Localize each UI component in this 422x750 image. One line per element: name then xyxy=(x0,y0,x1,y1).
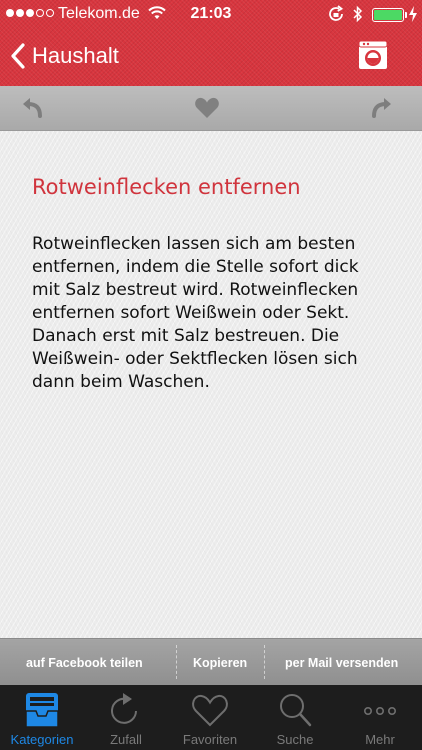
more-dots-icon xyxy=(364,706,396,715)
tab-bar: Kategorien Zufall Favoriten Suche Mehr xyxy=(0,685,422,750)
article-line: entfernen, indem die Stelle sofort dick xyxy=(32,257,359,277)
refresh-play-icon xyxy=(111,693,137,724)
copy-button[interactable]: Kopieren xyxy=(193,656,247,670)
tab-label: Suche xyxy=(276,732,314,747)
tab-label: Zufall xyxy=(110,732,142,747)
share-mail-button[interactable]: per Mail versenden xyxy=(285,656,398,670)
redo-arrow-icon xyxy=(372,98,391,118)
rotation-lock-icon xyxy=(329,5,344,21)
article-content: Rotweinflecken entfernen Rotweinflecken … xyxy=(0,131,422,638)
undo-arrow-icon xyxy=(23,98,42,118)
tab-mehr[interactable]: Mehr xyxy=(338,685,422,750)
tab-suche[interactable]: Suche xyxy=(253,685,337,750)
heart-outline-icon xyxy=(192,694,228,727)
article-body: Rotweinflecken lassen sich am besten ent… xyxy=(32,233,402,394)
bluetooth-icon xyxy=(353,5,363,23)
status-bar: Telekom.de 21:03 xyxy=(0,0,422,28)
inbox-tray-icon xyxy=(25,693,59,728)
share-divider xyxy=(176,645,178,679)
article-line: entfernen sofort Weißwein oder Sekt. xyxy=(32,303,350,323)
share-bar: auf Facebook teilen Kopieren per Mail ve… xyxy=(0,638,422,686)
chevron-left-icon xyxy=(11,43,25,69)
back-label: Haushalt xyxy=(32,43,119,68)
previous-button[interactable] xyxy=(18,94,48,122)
article-line: Weißwein- oder Sektflecken lösen sich xyxy=(32,349,358,369)
share-divider xyxy=(264,645,266,679)
article-line: mit Salz bestreut wird. Rotweinflecken xyxy=(32,280,359,300)
charging-bolt-icon xyxy=(409,6,417,22)
battery-icon xyxy=(372,8,407,22)
washing-machine-icon[interactable] xyxy=(358,40,388,70)
article-toolbar xyxy=(0,86,422,131)
tab-label: Mehr xyxy=(365,732,395,747)
share-facebook-button[interactable]: auf Facebook teilen xyxy=(26,656,143,670)
heart-icon xyxy=(195,97,219,118)
article-title: Rotweinflecken entfernen xyxy=(32,175,301,199)
tab-label: Kategorien xyxy=(10,732,74,747)
next-button[interactable] xyxy=(366,94,396,122)
tab-label: Favoriten xyxy=(182,732,238,747)
article-line: Danach erst mit Salz bestreuen. Die xyxy=(32,326,340,346)
back-button[interactable]: Haushalt xyxy=(10,40,119,72)
article-line: Rotweinflecken lassen sich am besten xyxy=(32,234,356,254)
tab-kategorien[interactable]: Kategorien xyxy=(0,685,84,750)
nav-header: Telekom.de 21:03 Haushalt xyxy=(0,0,422,86)
favorite-button[interactable] xyxy=(192,94,222,122)
article-line: dann beim Waschen. xyxy=(32,372,210,392)
search-icon xyxy=(280,694,312,727)
tab-favoriten[interactable]: Favoriten xyxy=(168,685,252,750)
tab-zufall[interactable]: Zufall xyxy=(84,685,168,750)
